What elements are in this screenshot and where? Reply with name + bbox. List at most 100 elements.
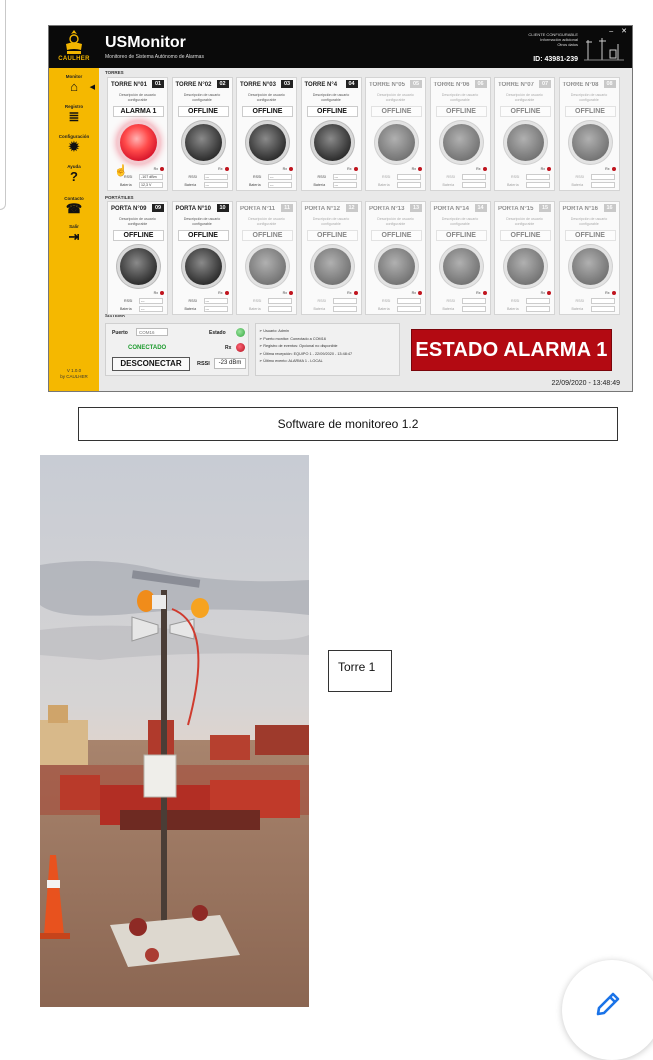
rx-indicator bbox=[289, 167, 293, 171]
device-status: OFFLINE bbox=[564, 106, 616, 117]
rx-label: Rx bbox=[218, 167, 223, 171]
device-status: OFFLINE bbox=[177, 230, 229, 241]
device-card[interactable]: PORTA N°13 13 Descripción de usuario config… bbox=[365, 201, 426, 315]
device-description: Descripción de usuario configurable bbox=[506, 217, 543, 226]
status-lamp bbox=[442, 248, 480, 285]
window-controls[interactable]: – ✕ bbox=[609, 27, 630, 35]
device-name: PORTA N°09 bbox=[111, 206, 147, 212]
device-card[interactable]: TORRE N°06 06 Descripción de usuario config… bbox=[429, 77, 491, 191]
rx-label: Rx bbox=[153, 291, 158, 295]
sidebar-item-registro[interactable]: Registro ≣ bbox=[49, 104, 99, 124]
rssi-label: RSSI bbox=[253, 175, 262, 179]
device-card[interactable]: PORTA N°09 09 Descripción de usuario config… bbox=[107, 201, 168, 315]
device-status: OFFLINE bbox=[242, 106, 293, 117]
rssi-value bbox=[461, 174, 486, 180]
device-description: Descripción de usuario configurable bbox=[506, 93, 543, 102]
sidebar-item-configuracion[interactable]: Configuración ✹ bbox=[49, 134, 99, 154]
status-lamp bbox=[378, 248, 415, 285]
rssi-label: RSSI bbox=[446, 175, 455, 179]
device-card[interactable]: PORTA N°14 14 Descripción de usuario config… bbox=[429, 201, 491, 315]
rx-label: Rx bbox=[540, 291, 545, 295]
battery-label: Batería bbox=[571, 183, 584, 187]
device-status: OFFLINE bbox=[500, 230, 551, 241]
pencil-icon bbox=[596, 992, 620, 1016]
software-caption: Software de monitoreo 1.2 bbox=[78, 407, 618, 441]
rx-indicator bbox=[482, 291, 487, 295]
disconnect-button[interactable]: DESCONECTAR bbox=[112, 357, 190, 371]
device-name: TORRE N°02 bbox=[175, 82, 212, 88]
rssi-label: RSSI bbox=[511, 175, 520, 179]
rssi-label: RSSI bbox=[197, 361, 210, 367]
battery-value bbox=[397, 306, 421, 312]
device-card[interactable]: PORTA N°15 15 Descripción de usuario config… bbox=[494, 201, 555, 315]
connection-panel: Puerto COM16 CONECTADO DESCONECTAR Estad… bbox=[105, 323, 249, 376]
device-card[interactable]: PORTA N°12 12 Descripción de usuario config… bbox=[300, 201, 362, 315]
rssi-value bbox=[397, 298, 421, 304]
rssi-value: --- bbox=[139, 298, 163, 304]
device-name: TORRE N°06 bbox=[433, 82, 470, 88]
port-select[interactable]: COM16 bbox=[136, 328, 168, 336]
port-label: Puerto bbox=[112, 330, 128, 336]
device-number: 07 bbox=[539, 80, 551, 88]
device-number: 13 bbox=[410, 204, 422, 212]
edit-button[interactable] bbox=[562, 960, 653, 1060]
device-status: OFFLINE bbox=[371, 230, 422, 241]
device-card[interactable]: TORRE N°03 03 Descripción de usuario config… bbox=[236, 77, 297, 191]
battery-label: Batería bbox=[507, 307, 519, 311]
battery-value bbox=[332, 306, 357, 312]
device-description: Descripción de usuario configurable bbox=[248, 93, 285, 102]
device-description: Descripción de usuario configurable bbox=[441, 217, 479, 226]
device-status: OFFLINE bbox=[500, 106, 551, 117]
sidebar-item-ayuda[interactable]: Ayuda ? bbox=[49, 164, 99, 184]
battery-label: Batería bbox=[249, 183, 261, 187]
device-card[interactable]: PORTA N°16 16 Descripción de usuario config… bbox=[558, 201, 620, 315]
battery-value bbox=[268, 306, 292, 312]
device-name: PORTA N°13 bbox=[369, 206, 405, 212]
device-card[interactable]: PORTA N°11 11 Descripción de usuario config… bbox=[236, 201, 297, 315]
help-book-icon: ? bbox=[70, 169, 78, 184]
rssi-label: RSSI bbox=[188, 299, 197, 303]
rssi-label: RSSI bbox=[124, 175, 133, 179]
rssi-label: RSSI bbox=[188, 175, 197, 179]
device-number: 05 bbox=[410, 80, 422, 88]
device-name: TORRE N°05 bbox=[369, 82, 405, 88]
rx-label: Rx bbox=[225, 345, 232, 351]
device-card[interactable]: TORRE N°07 07 Descripción de usuario config… bbox=[494, 77, 555, 191]
battery-value bbox=[590, 182, 615, 188]
battery-value: --- bbox=[268, 182, 292, 188]
device-card[interactable]: TORRE N°02 02 Descripción de usuario config… bbox=[171, 77, 233, 191]
device-description: Descripción de usuario configurable bbox=[377, 217, 414, 226]
device-status: OFFLINE bbox=[435, 230, 487, 241]
device-card[interactable]: TORRE N°01 01 Descripción de usuario config… bbox=[107, 77, 168, 191]
device-description: Descripción de usuario configurable bbox=[570, 217, 608, 226]
device-description: Descripción de usuario configurable bbox=[183, 217, 221, 226]
device-name: TORRE N°08 bbox=[562, 82, 599, 88]
battery-label: Batería bbox=[571, 307, 584, 311]
connection-status: CONECTADO bbox=[128, 345, 167, 351]
device-status: OFFLINE bbox=[113, 230, 164, 241]
rssi-value bbox=[526, 298, 550, 304]
device-description: Descripción de usuario configurable bbox=[377, 93, 414, 102]
battery-label: Batería bbox=[442, 183, 455, 187]
battery-label: Batería bbox=[378, 307, 390, 311]
battery-label: Batería bbox=[184, 183, 197, 187]
device-card[interactable]: PORTA N°10 10 Descripción de usuario config… bbox=[171, 201, 233, 315]
device-status: ALARMA 1 bbox=[113, 106, 164, 117]
device-card[interactable]: TORRE N°08 08 Descripción de usuario config… bbox=[558, 77, 620, 191]
rx-label: Rx bbox=[540, 167, 545, 171]
device-card[interactable]: TORRE N°05 05 Descripción de usuario config… bbox=[365, 77, 426, 191]
sidebar-item-contacto[interactable]: Contacto ☎ bbox=[49, 196, 99, 216]
device-number: 09 bbox=[152, 204, 164, 212]
tower-photo bbox=[40, 455, 309, 1007]
page-edge-divider bbox=[0, 0, 6, 210]
rssi-label: RSSI bbox=[317, 299, 326, 303]
sidebar-item-salir[interactable]: Salir ⇥ bbox=[49, 224, 99, 244]
app-title: USMonitor bbox=[105, 34, 186, 51]
rx-indicator bbox=[547, 291, 551, 295]
device-name: PORTA N°10 bbox=[175, 206, 211, 212]
app-header: CAULHER USMonitor Monitoreo de Sistema A… bbox=[49, 26, 632, 68]
usmonitor-screenshot: CAULHER USMonitor Monitoreo de Sistema A… bbox=[48, 25, 633, 392]
status-lamp bbox=[184, 248, 222, 285]
device-card[interactable]: TORRE N°4 04 Descripción de usuario configu… bbox=[300, 77, 362, 191]
status-lamp bbox=[249, 248, 286, 285]
